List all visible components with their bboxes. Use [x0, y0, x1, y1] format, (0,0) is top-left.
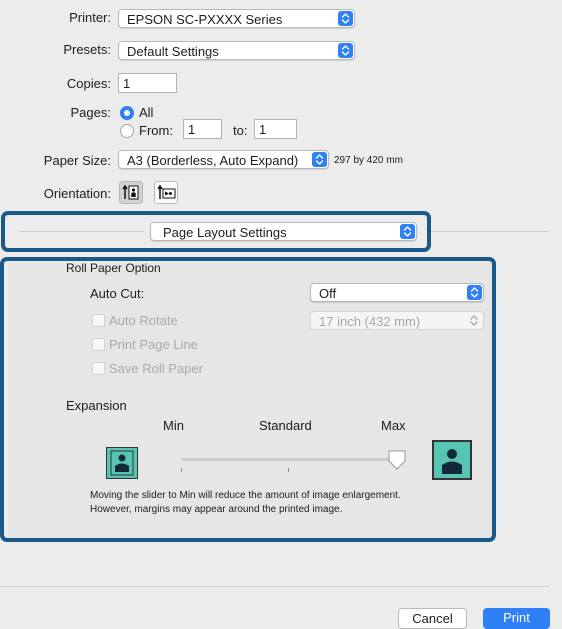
- presets-value: Default Settings: [127, 44, 219, 59]
- up-down-chevron-icon: [338, 11, 353, 26]
- landscape-orientation-icon: [157, 184, 176, 199]
- pages-all-radio[interactable]: [120, 106, 134, 120]
- pages-label: Pages:: [70, 105, 111, 120]
- printer-label: Printer:: [69, 10, 111, 25]
- orientation-label: Orientation:: [43, 186, 111, 201]
- presets-popup[interactable]: Default Settings: [118, 41, 355, 60]
- up-down-chevron-icon: [312, 152, 327, 167]
- up-down-chevron-icon: [338, 43, 353, 58]
- pages-all-label: All: [139, 105, 154, 120]
- panel-select-highlight: [1, 211, 431, 252]
- pages-from-radio[interactable]: [120, 124, 134, 138]
- pages-from-field[interactable]: 1: [183, 119, 222, 139]
- paper-size-value: A3 (Borderless, Auto Expand): [127, 153, 299, 168]
- pages-to-label: to:: [233, 123, 248, 138]
- pages-from-label: From:: [139, 123, 173, 138]
- landscape-orientation-button[interactable]: [154, 181, 178, 204]
- portrait-orientation-button[interactable]: [119, 181, 143, 204]
- cancel-button[interactable]: Cancel: [398, 608, 467, 629]
- paper-dimensions: 297 by 420 mm: [334, 155, 403, 166]
- portrait-orientation-icon: [122, 184, 139, 200]
- printer-value: EPSON SC-PXXXX Series: [127, 12, 283, 27]
- copies-field[interactable]: 1: [118, 73, 177, 93]
- printer-popup[interactable]: EPSON SC-PXXXX Series: [118, 9, 355, 28]
- copies-label: Copies:: [66, 76, 111, 91]
- roll-paper-highlight: [0, 257, 496, 542]
- paper-size-label: Paper Size:: [43, 153, 111, 168]
- paper-size-popup[interactable]: A3 (Borderless, Auto Expand): [118, 150, 329, 169]
- pages-to-field[interactable]: 1: [254, 119, 297, 139]
- print-button[interactable]: Print: [483, 608, 550, 629]
- divider-right: [427, 231, 550, 232]
- presets-label: Presets:: [63, 42, 111, 57]
- bottom-divider: [0, 586, 550, 587]
